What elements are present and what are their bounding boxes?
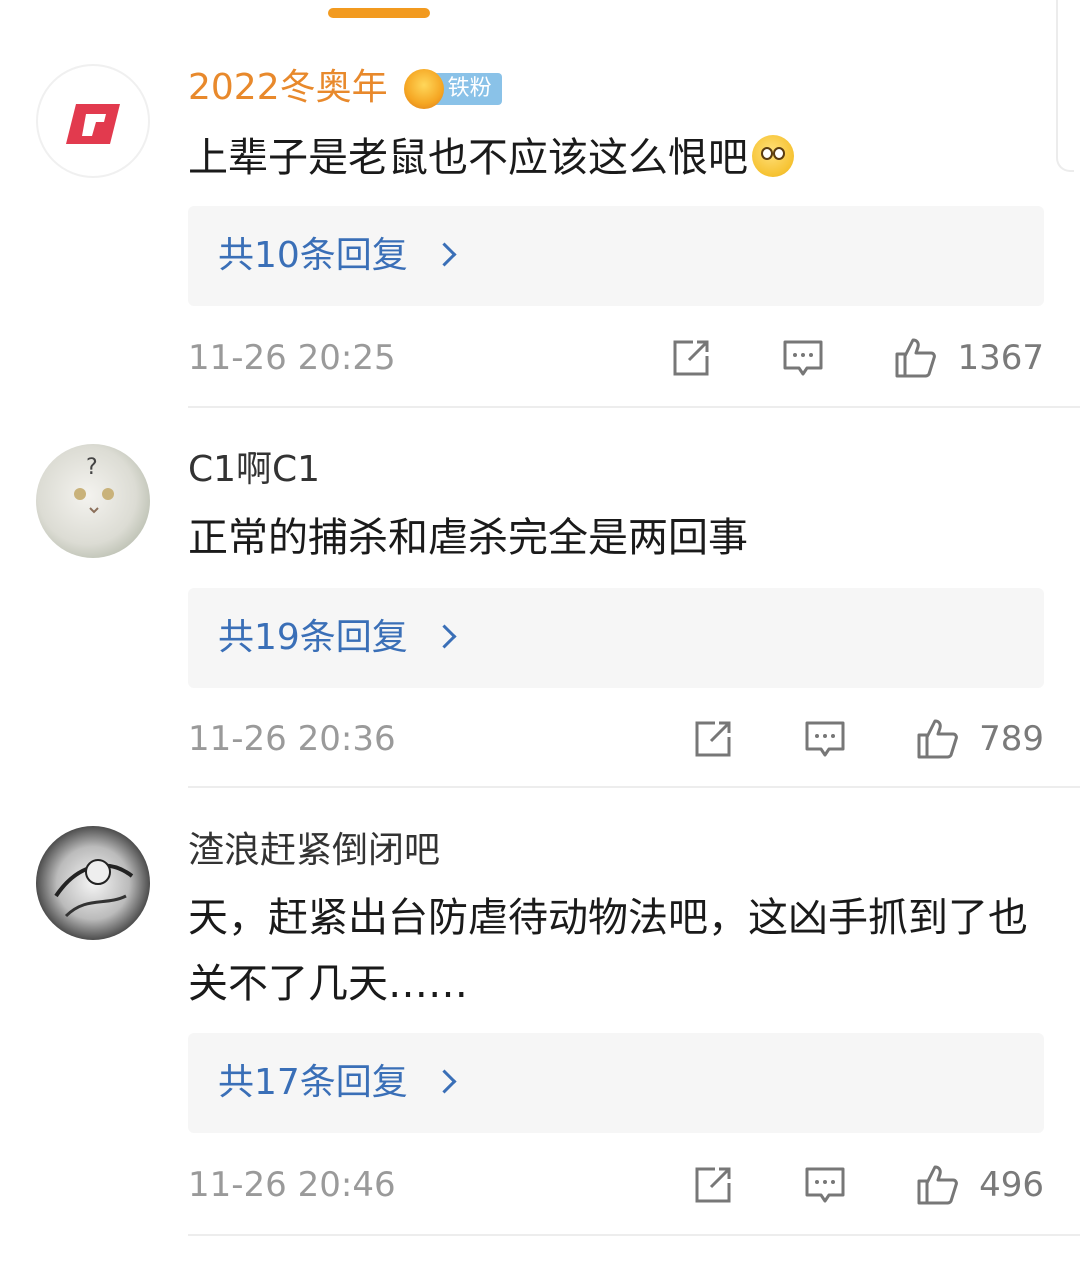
- comment-text-content: 天，赶紧出台防虐待动物法吧，这凶手抓到了也关不了几天……: [188, 895, 1028, 1007]
- avatar[interactable]: [36, 64, 150, 178]
- username[interactable]: C1啊C1: [188, 448, 320, 492]
- replies-button[interactable]: 共17条回复: [188, 1033, 1044, 1133]
- like-button[interactable]: 1367: [893, 336, 1044, 380]
- like-count: 1367: [957, 338, 1044, 378]
- comment-icon[interactable]: [781, 336, 825, 380]
- share-icon[interactable]: [691, 717, 735, 761]
- like-icon[interactable]: [893, 336, 937, 380]
- divider: [188, 406, 1080, 408]
- like-icon[interactable]: [915, 1163, 959, 1207]
- comment-icon[interactable]: [803, 1163, 847, 1207]
- comment-text-content: 正常的捕杀和虐杀完全是两回事: [188, 515, 748, 561]
- divider: [188, 1234, 1080, 1236]
- comment-icon[interactable]: [803, 717, 847, 761]
- like-icon[interactable]: [915, 717, 959, 761]
- replies-button[interactable]: 共10条回复: [188, 206, 1044, 306]
- replies-label[interactable]: 共17条回复: [218, 1062, 408, 1103]
- like-button[interactable]: 789: [915, 717, 1044, 761]
- like-count: 496: [979, 1165, 1044, 1205]
- comment-text: 上辈子是老鼠也不应该这么恨吧: [188, 125, 1048, 191]
- timestamp: 11-26 20:46: [188, 1165, 396, 1205]
- sad-emoji-icon: [752, 135, 794, 177]
- comment-text: 天，赶紧出台防虐待动物法吧，这凶手抓到了也关不了几天……: [188, 885, 1048, 1017]
- share-icon[interactable]: [691, 1163, 735, 1207]
- username[interactable]: 渣浪赶紧倒闭吧: [188, 829, 440, 873]
- action-bar: 496: [691, 1163, 1044, 1207]
- svg-text:?: ?: [86, 455, 98, 480]
- scroll-edge: [1056, 0, 1074, 172]
- timestamp: 11-26 20:25: [188, 338, 396, 378]
- replies-label[interactable]: 共19条回复: [218, 617, 408, 658]
- username-text[interactable]: 2022冬奥年: [188, 67, 388, 108]
- action-bar: 789: [691, 717, 1044, 761]
- chevron-right-icon: [432, 242, 457, 267]
- like-count: 789: [979, 719, 1044, 759]
- replies-button[interactable]: 共19条回复: [188, 588, 1044, 688]
- tab-indicator: [328, 8, 430, 18]
- avatar[interactable]: [36, 826, 150, 940]
- action-bar: 1367: [669, 336, 1044, 380]
- replies-label[interactable]: 共10条回复: [218, 235, 408, 276]
- comment-text: 正常的捕杀和虐杀完全是两回事: [188, 505, 1048, 571]
- share-icon[interactable]: [669, 336, 713, 380]
- avatar[interactable]: ?: [36, 444, 150, 558]
- chevron-right-icon: [432, 1069, 457, 1094]
- like-button[interactable]: 496: [915, 1163, 1044, 1207]
- divider: [188, 786, 1080, 788]
- username[interactable]: 2022冬奥年 铁粉: [188, 66, 502, 110]
- comment-text-content: 上辈子是老鼠也不应该这么恨吧: [188, 135, 748, 181]
- crown-icon: [403, 69, 444, 109]
- fan-badge: 铁粉: [403, 69, 502, 109]
- timestamp: 11-26 20:36: [188, 719, 396, 759]
- chevron-right-icon: [432, 624, 457, 649]
